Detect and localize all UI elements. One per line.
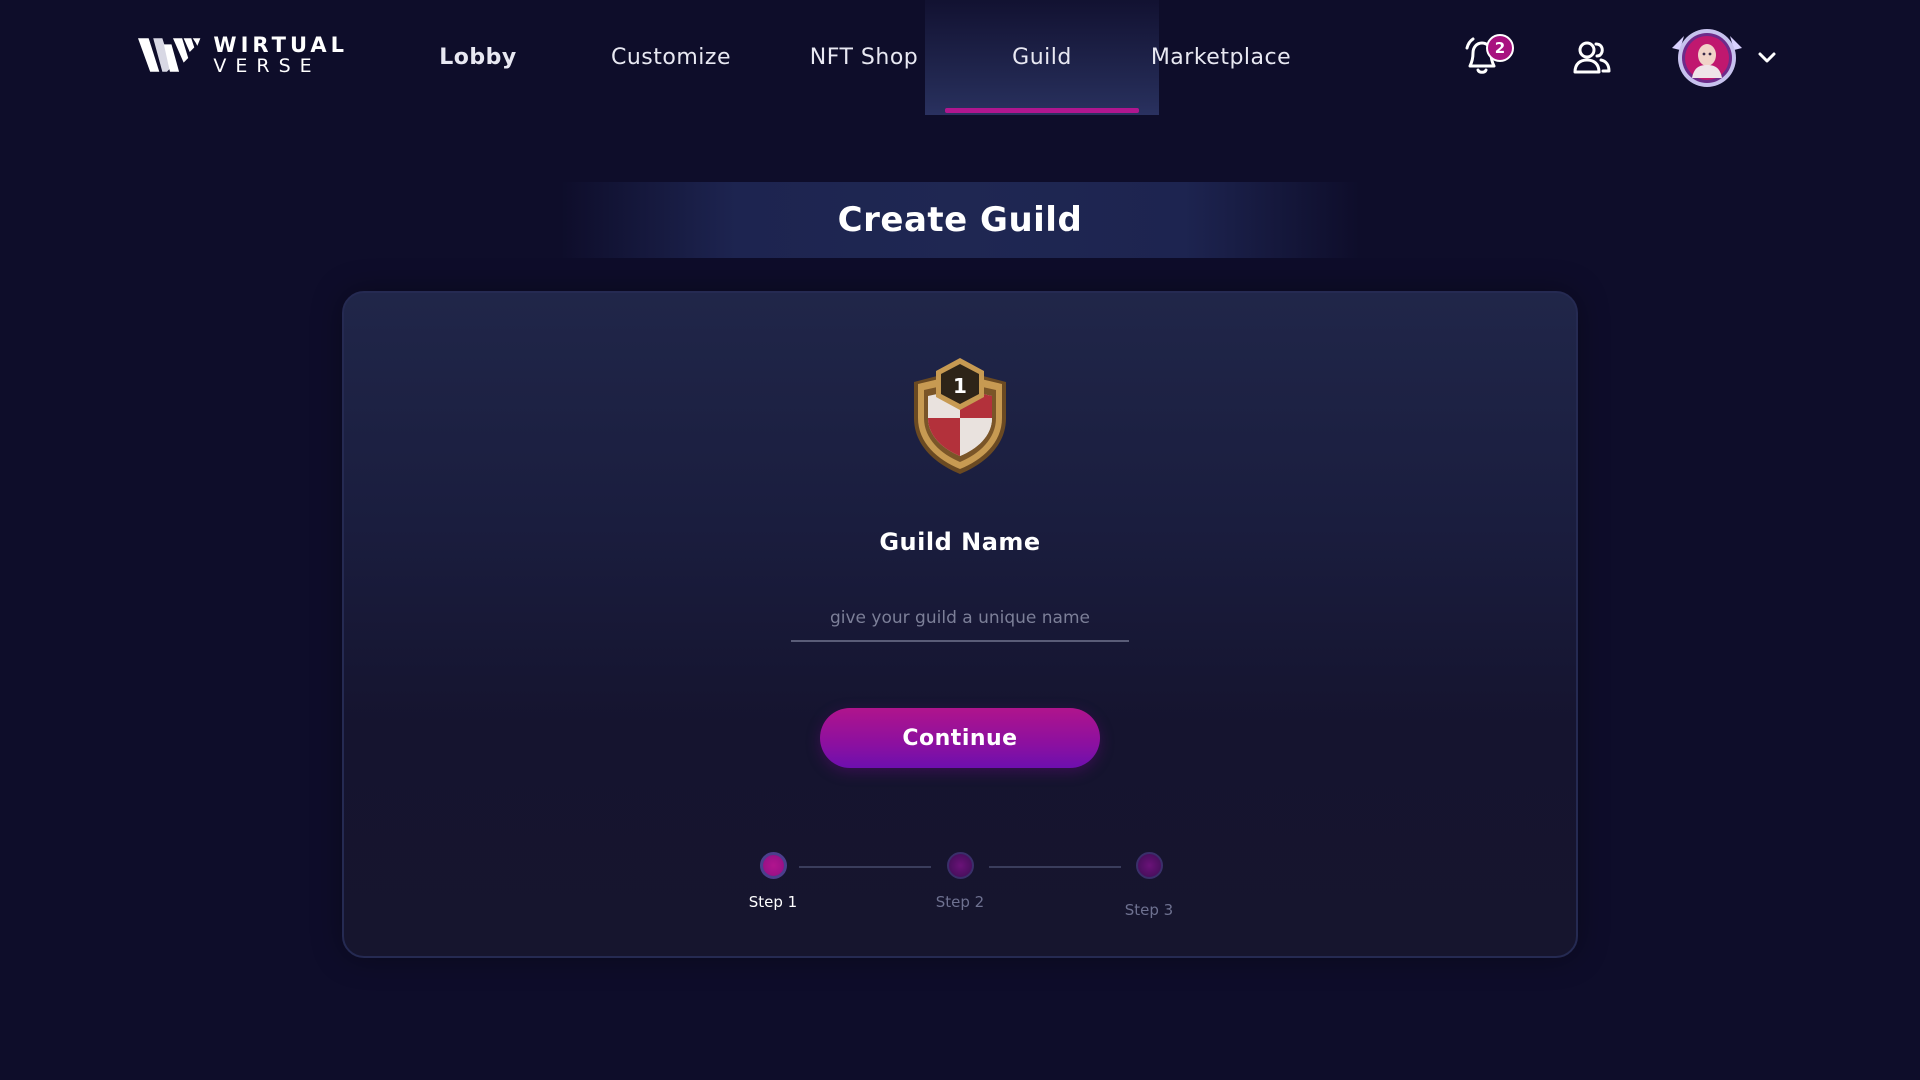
step-1-indicator[interactable] [760,852,787,879]
brand-line-2: VERSE [213,54,321,77]
step-3-indicator[interactable] [1136,852,1163,879]
step-connector-1 [799,866,931,868]
user-avatar[interactable] [1670,26,1744,90]
step-connector-2 [989,866,1121,868]
page-title-banner: Create Guild [560,182,1360,258]
step-2-label: Step 2 [935,893,985,911]
guild-shield-icon: 1 [904,356,1016,476]
top-navbar: WIRTUAL VERSE Lobby Customize NFT Shop G… [0,0,1920,115]
nav-item-customize[interactable]: Customize [600,0,742,115]
brand-line-1: WIRTUAL [213,32,348,57]
guild-name-input[interactable] [791,596,1129,642]
chevron-down-icon[interactable] [1756,46,1778,68]
continue-button[interactable]: Continue [820,708,1100,768]
nav-item-nft-shop[interactable]: NFT Shop [800,0,928,115]
logo-mark-icon [138,38,201,72]
step-3-label: Step 3 [1124,901,1174,919]
friends-icon[interactable] [1572,38,1612,78]
page-title: Create Guild [837,200,1083,240]
app-root: WIRTUAL VERSE Lobby Customize NFT Shop G… [0,0,1920,1080]
step-1-label: Step 1 [748,893,798,911]
notification-count-badge: 2 [1486,34,1514,62]
brand-wordmark: WIRTUAL VERSE [213,32,348,77]
step-2-indicator[interactable] [947,852,974,879]
nav-item-marketplace[interactable]: Marketplace [1148,0,1294,115]
guild-name-label: Guild Name [879,528,1041,556]
nav-item-guild[interactable]: Guild [925,0,1159,115]
brand-logo[interactable]: WIRTUAL VERSE [138,30,348,80]
nav-item-lobby[interactable]: Lobby [418,0,538,115]
guild-level-number: 1 [953,374,967,398]
